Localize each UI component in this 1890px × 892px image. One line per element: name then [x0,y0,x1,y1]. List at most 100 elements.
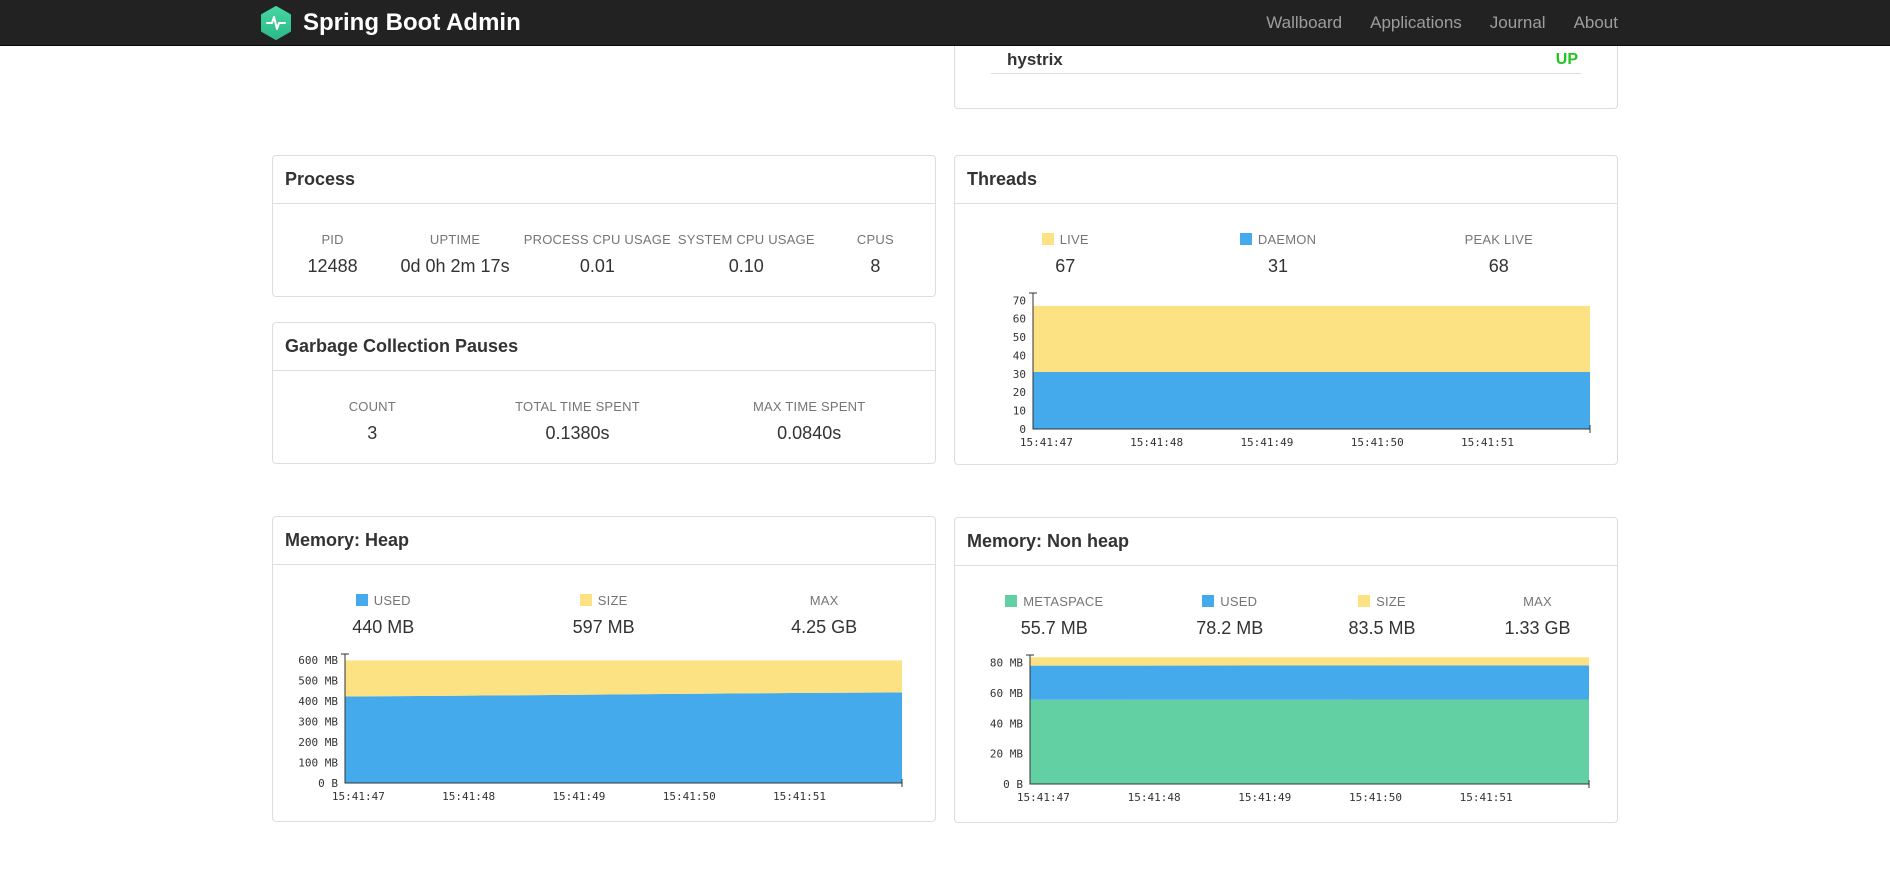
svg-text:60 MB: 60 MB [990,687,1023,700]
stat-label: SIZE [493,593,713,608]
stat-nonheap-metaspace: METASPACE 55.7 MB [955,594,1154,639]
svg-text:70: 70 [1013,294,1026,307]
svg-text:0 B: 0 B [318,777,338,790]
main-content: Process PID 12488 UPTIME 0d 0h 2m 17s PR… [272,46,1618,823]
nav-item-applications[interactable]: Applications [1370,13,1462,33]
stat-value: 78.2 MB [1196,618,1264,638]
stat-value: 8 [870,256,881,276]
gc-stats: COUNT 3 TOTAL TIME SPENT 0.1380s MAX TIM… [273,371,935,444]
stat-cpus: CPUS 8 [816,232,935,277]
health-indicator-row[interactable]: hystrix UP [991,46,1581,74]
svg-text:15:41:49: 15:41:49 [552,790,605,803]
svg-text:15:41:49: 15:41:49 [1240,436,1293,449]
gc-card-title: Garbage Collection Pauses [273,323,935,371]
stat-value: 4.25 GB [791,617,858,637]
stat-value: 67 [1055,256,1076,276]
svg-text:50: 50 [1013,331,1026,344]
stat-label-text: USED [1220,594,1258,609]
nav-item-wallboard[interactable]: Wallboard [1266,13,1342,33]
svg-text:15:41:51: 15:41:51 [773,790,826,803]
brand-title: Spring Boot Admin [303,8,521,36]
metaspace-legend-swatch [1005,595,1018,607]
stat-gc-count: COUNT 3 [273,399,472,444]
svg-text:40: 40 [1013,349,1026,362]
stat-label-text: SIZE [597,593,628,608]
svg-text:300 MB: 300 MB [298,715,338,728]
heap-card-title: Memory: Heap [273,517,935,565]
svg-text:0 B: 0 B [1003,778,1023,791]
stat-label: MAX [809,593,839,608]
stat-value: 0.0840s [777,423,842,443]
nonheap-card-title: Memory: Non heap [955,518,1617,566]
stat-value: 440 MB [352,617,415,637]
stat-value: 1.33 GB [1504,618,1571,638]
svg-text:15:41:50: 15:41:50 [1349,791,1402,804]
process-stats: PID 12488 UPTIME 0d 0h 2m 17s PROCESS CP… [273,204,935,277]
svg-text:10: 10 [1013,405,1026,418]
svg-text:20: 20 [1013,386,1026,399]
stat-label: USED [273,593,493,608]
stat-label-text: METASPACE [1023,594,1104,609]
memory-heap-card: Memory: Heap USED 440 MB SIZE 597 MB MAX [272,516,936,822]
stat-label: CPUS [856,232,894,247]
memory-heap-chart: 0 B 100 MB 200 MB 300 MB 400 MB 500 MB 600 MB 1… [273,648,935,813]
stat-process-cpu-usage: PROCESS CPU USAGE 0.01 [518,232,677,277]
stat-label: COUNT [348,399,396,414]
application-status-card: hystrix UP [954,46,1618,109]
health-indicator-name: hystrix [1007,49,1063,69]
stat-uptime: UPTIME 0d 0h 2m 17s [392,232,518,277]
stat-gc-total-time: TOTAL TIME SPENT 0.1380s [472,399,684,444]
svg-text:400 MB: 400 MB [298,695,338,708]
svg-text:15:41:47: 15:41:47 [332,790,385,803]
stat-value: 0.01 [579,256,615,276]
left-column: Process PID 12488 UPTIME 0d 0h 2m 17s PR… [272,46,936,822]
stat-label-text: LIVE [1059,232,1089,247]
svg-text:15:41:50: 15:41:50 [1351,436,1404,449]
svg-text:15:41:51: 15:41:51 [1460,791,1513,804]
stat-value: 12488 [307,256,358,276]
svg-text:0: 0 [1019,423,1026,436]
threads-legend: LIVE 67 DAEMON 31 PEAK LIVE 68 [955,204,1617,277]
stat-heap-max: MAX 4.25 GB [714,593,934,638]
spring-boot-admin-logo-icon [259,5,293,40]
svg-text:40 MB: 40 MB [990,717,1023,730]
size-legend-swatch [1358,595,1371,607]
stat-label: PEAK LIVE [1464,232,1533,247]
stat-system-cpu-usage: SYSTEM CPU USAGE 0.10 [677,232,816,277]
right-column: hystrix UP Threads LIVE 67 DAEMON 31 PEA… [954,46,1618,823]
svg-text:15:41:48: 15:41:48 [1128,791,1181,804]
stat-label-text: SIZE [1376,594,1406,609]
threads-card-title: Threads [955,156,1617,204]
stat-nonheap-max: MAX 1.33 GB [1458,594,1617,639]
svg-text:15:41:47: 15:41:47 [1017,791,1070,804]
stat-gc-max-time: MAX TIME SPENT 0.0840s [683,399,935,444]
daemon-legend-swatch [1239,233,1252,245]
svg-text:30: 30 [1013,368,1026,381]
stat-label: SIZE [1306,594,1458,609]
process-card: Process PID 12488 UPTIME 0d 0h 2m 17s PR… [272,155,936,297]
svg-text:200 MB: 200 MB [298,736,338,749]
live-legend-swatch [1041,233,1054,245]
svg-text:500 MB: 500 MB [298,674,338,687]
stat-value: 0.1380s [545,423,610,443]
svg-text:15:41:51: 15:41:51 [1461,436,1514,449]
stat-value: 68 [1488,256,1509,276]
svg-text:15:41:49: 15:41:49 [1238,791,1291,804]
threads-chart: 0 10 20 30 40 50 60 70 15:41:47 15:41:48 15:41:49 1… [955,287,1617,459]
stat-value: 3 [367,423,378,443]
stat-value: 597 MB [572,617,635,637]
stat-threads-live: LIVE 67 [955,232,1175,277]
stat-pid: PID 12488 [273,232,392,277]
stat-value: 0.10 [728,256,764,276]
stat-label: MAX TIME SPENT [753,399,866,414]
nav-item-journal[interactable]: Journal [1490,13,1546,33]
stat-label-text: USED [373,593,411,608]
status-badge: UP [1555,50,1578,68]
svg-text:15:41:47: 15:41:47 [1020,436,1073,449]
nav-item-about[interactable]: About [1574,13,1618,33]
brand-link[interactable]: Spring Boot Admin [259,5,521,40]
stat-label: UPTIME [429,232,481,247]
memory-nonheap-card: Memory: Non heap METASPACE 55.7 MB USED … [954,517,1618,823]
svg-text:600 MB: 600 MB [298,654,338,667]
stat-label: SYSTEM CPU USAGE [677,232,815,247]
